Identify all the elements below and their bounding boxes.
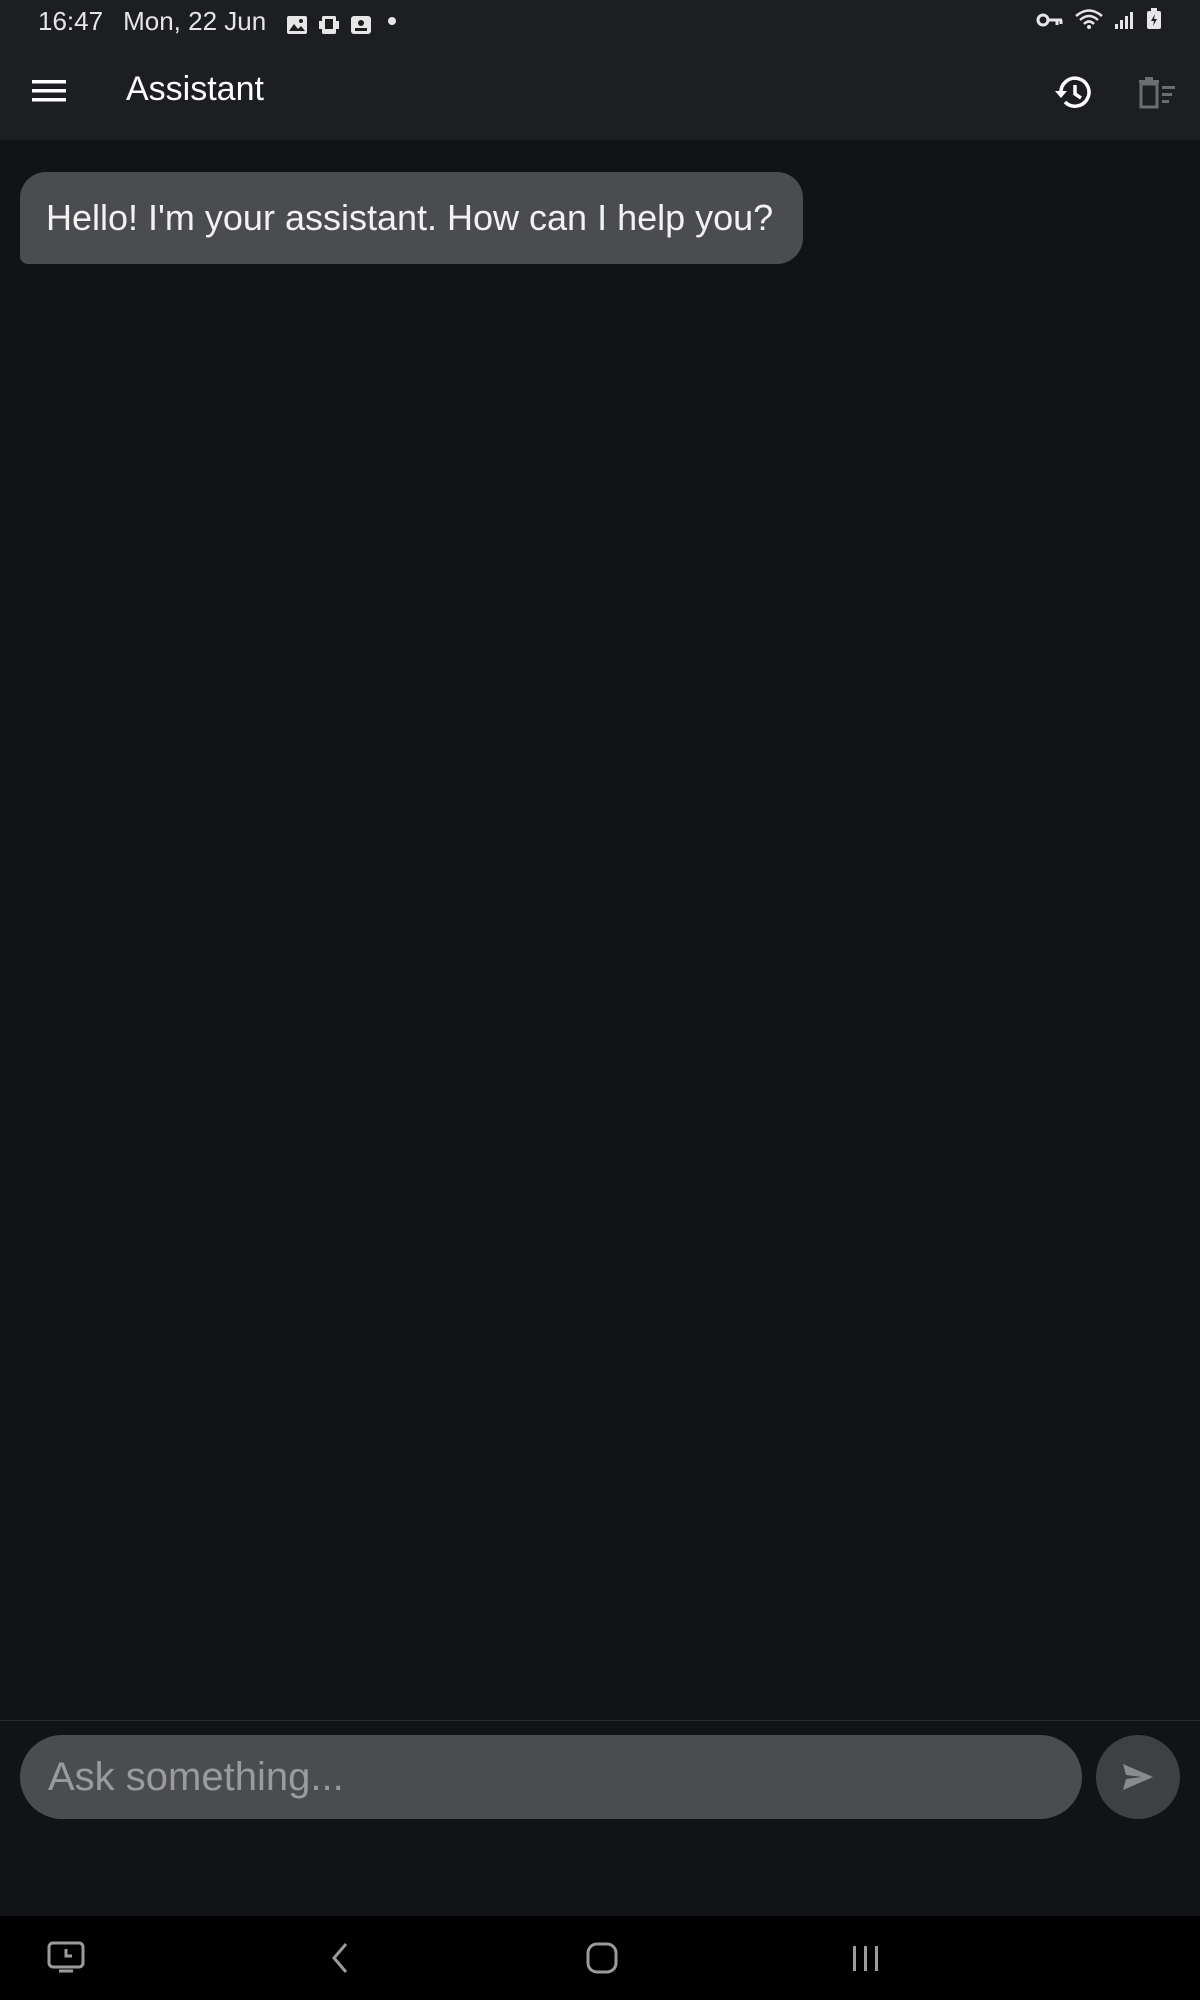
menu-icon <box>32 80 66 102</box>
home-button[interactable] <box>578 1934 626 1982</box>
status-time: 16:47 <box>38 5 104 36</box>
signal-icon <box>1114 6 1136 37</box>
clear-chat-button[interactable] <box>1130 66 1184 120</box>
ask-input[interactable] <box>20 1735 1082 1819</box>
clear-chat-icon <box>1139 77 1175 109</box>
recent-apps-icon <box>47 1941 85 1973</box>
back-icon <box>332 1943 348 1973</box>
status-date: Mon, 22 Jun <box>123 5 267 36</box>
wifi-icon <box>1074 6 1104 37</box>
gallery-icon <box>286 11 308 34</box>
send-icon <box>1123 1764 1153 1790</box>
home-icon <box>586 1942 618 1974</box>
recent-apps-button[interactable] <box>42 1934 90 1982</box>
screenshot-icon <box>350 11 372 34</box>
page-title: Assistant <box>126 70 264 108</box>
assistant-message-bubble: Hello! I'm your assistant. How can I hel… <box>20 172 804 264</box>
device-icon <box>318 11 340 34</box>
chat-area[interactable]: Hello! I'm your assistant. How can I hel… <box>0 142 1200 1720</box>
history-button[interactable] <box>1046 66 1100 120</box>
status-bar: 16:47 Mon, 22 Jun <box>0 0 1200 42</box>
send-button[interactable] <box>1096 1735 1180 1819</box>
back-button[interactable] <box>316 1934 364 1982</box>
battery-charging-icon <box>1146 6 1162 37</box>
system-nav-bar <box>0 1916 1200 2000</box>
message-text: Hello! I'm your assistant. How can I hel… <box>46 197 774 238</box>
more-notifications-dot <box>388 17 397 25</box>
vpn-key-icon <box>1036 6 1064 37</box>
app-bar: Assistant <box>0 42 1200 184</box>
menu-button[interactable] <box>22 64 76 118</box>
overview-button[interactable] <box>842 1934 890 1982</box>
overview-icon <box>853 1946 878 1971</box>
composer <box>0 1720 1200 1916</box>
history-icon <box>1055 76 1091 108</box>
